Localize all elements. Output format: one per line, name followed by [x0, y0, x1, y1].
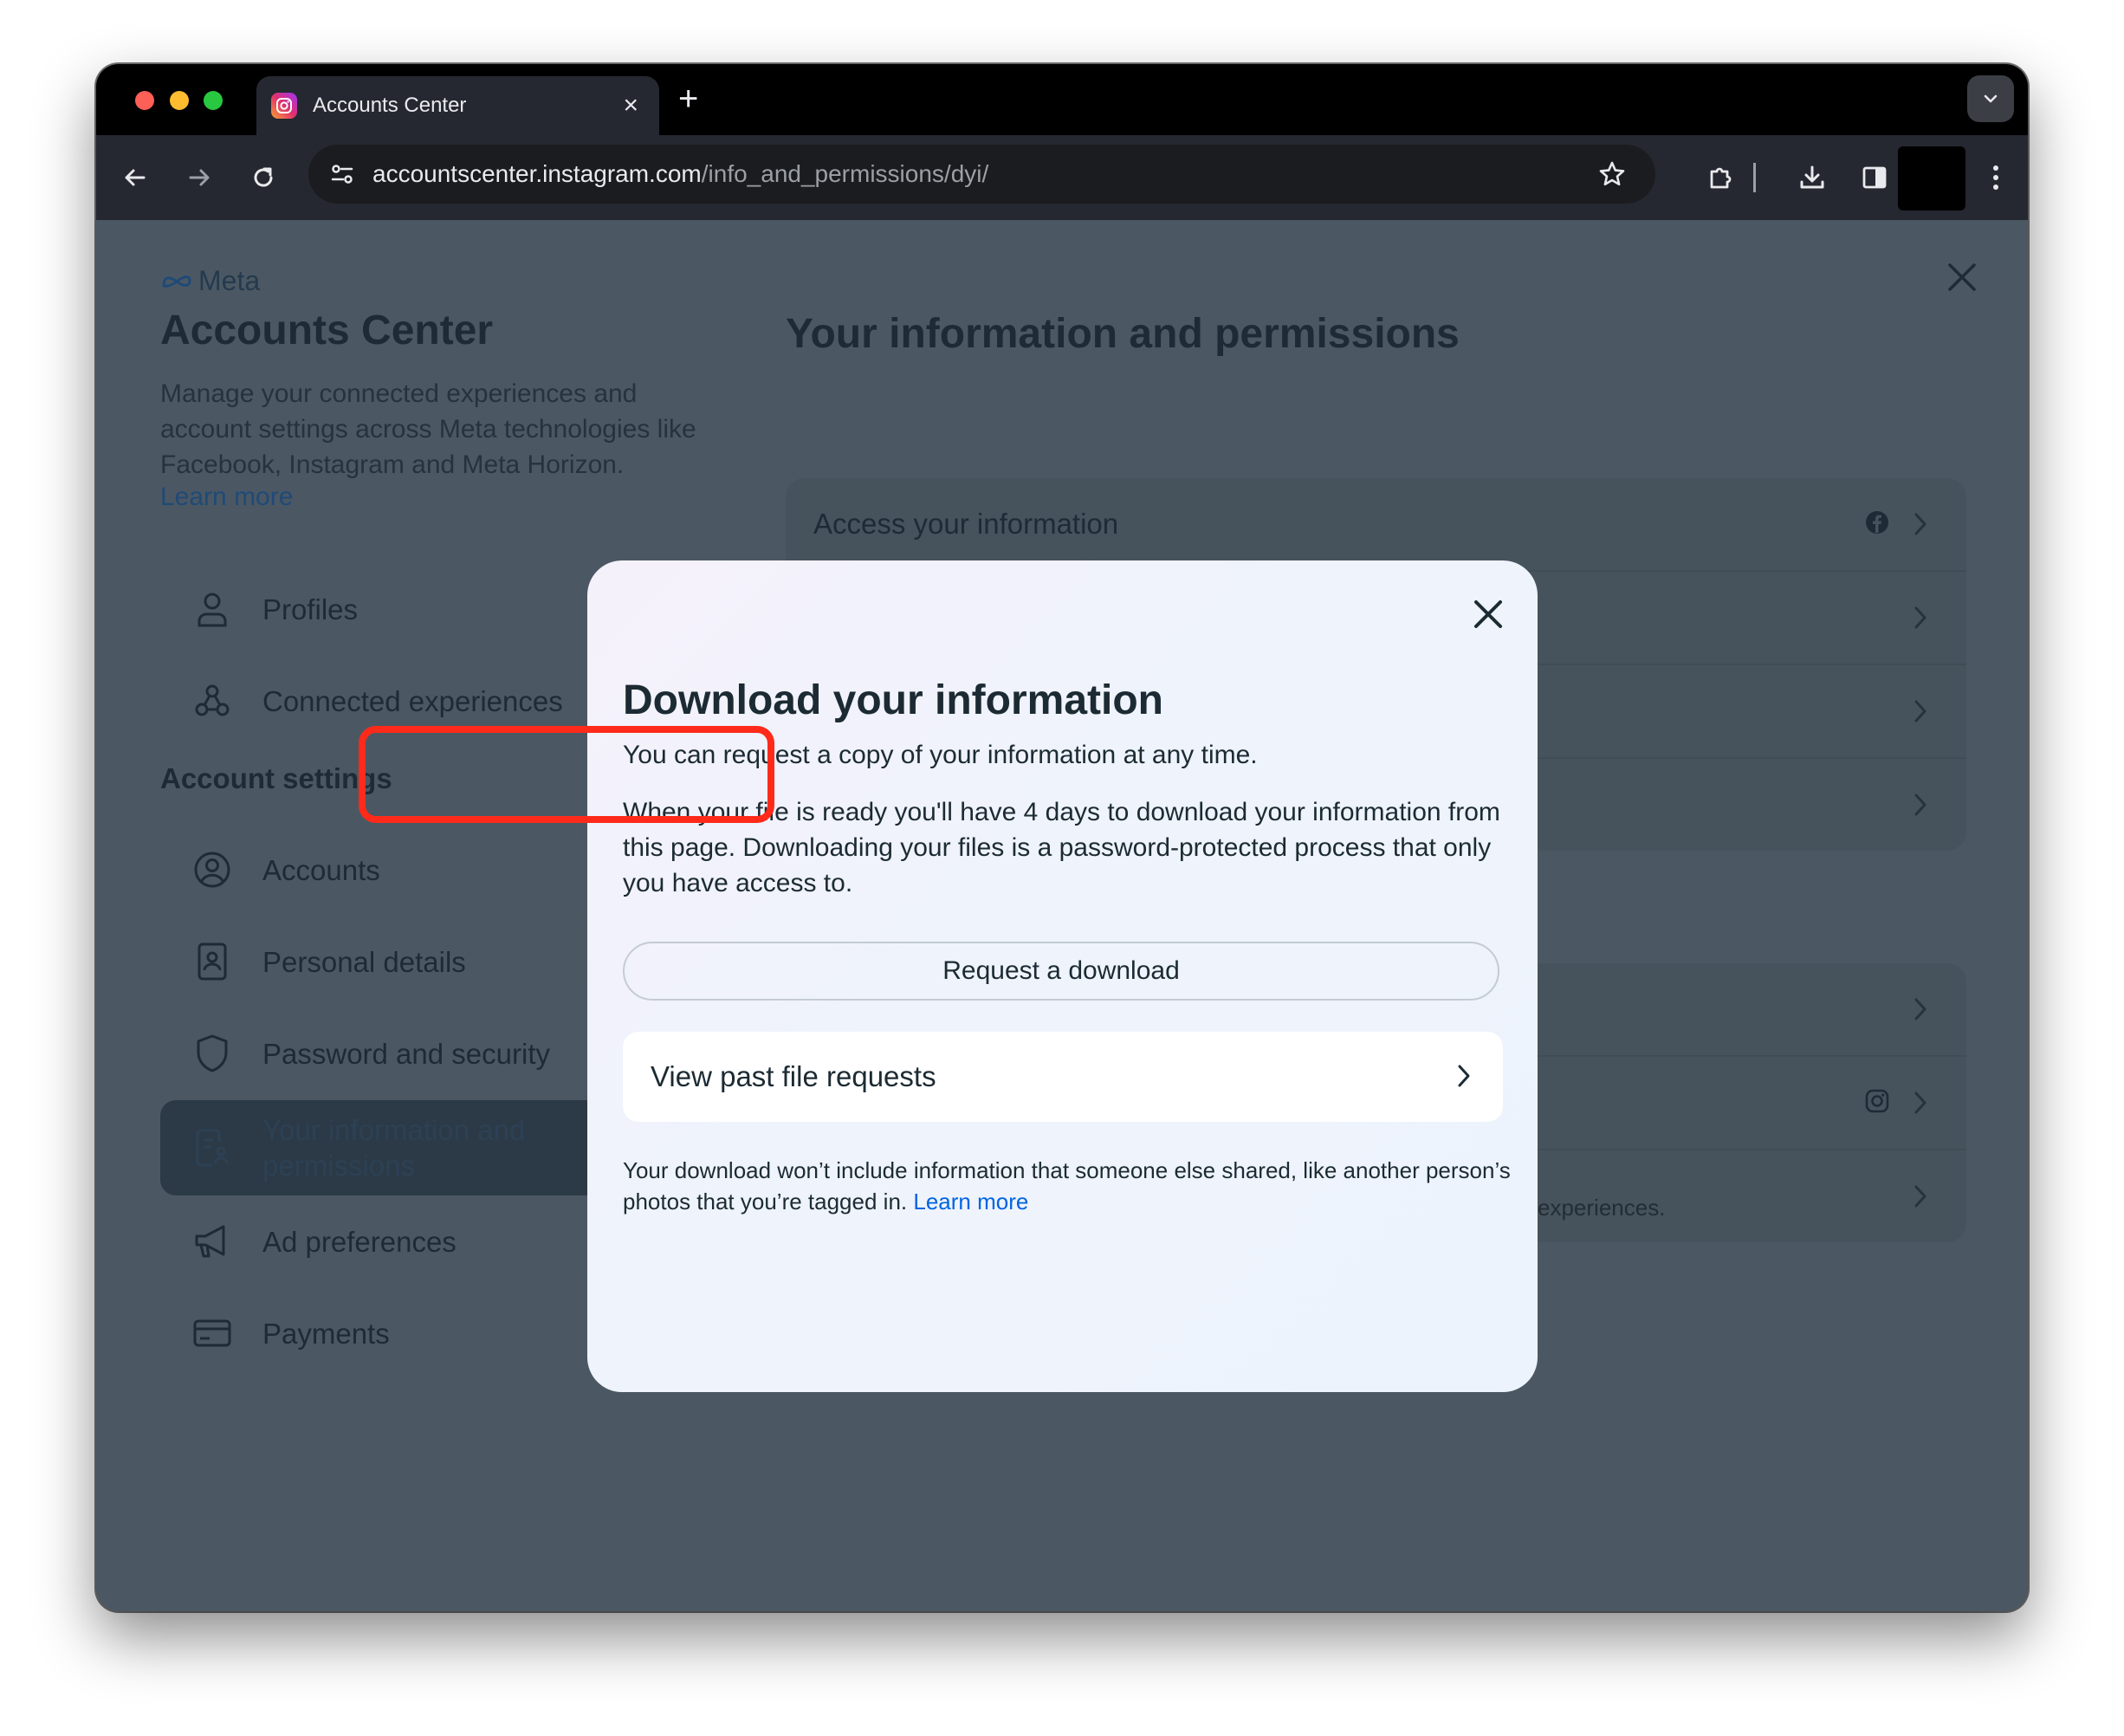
- sidebar-item-label: Connected experiences: [262, 684, 563, 717]
- reload-icon: [254, 167, 273, 187]
- tab-search-button[interactable]: [1967, 75, 2014, 122]
- tab-bar: Accounts Center × +: [96, 64, 2028, 135]
- id-card-icon: [188, 942, 236, 981]
- account-circle-icon: [188, 850, 236, 890]
- chevron-right-icon: [1914, 998, 1926, 1020]
- forward-button[interactable]: [179, 158, 219, 198]
- sidebar-item-password-security[interactable]: Password and security: [160, 1007, 645, 1099]
- chevron-right-icon: [1914, 700, 1926, 722]
- sidebar-item-label: Personal details: [262, 945, 466, 978]
- footer-learn-more-link[interactable]: Learn more: [913, 1189, 1028, 1215]
- instagram-icon: [1865, 1089, 1889, 1113]
- chevron-right-icon: [1914, 606, 1926, 629]
- chevron-right-icon: [1458, 1065, 1470, 1087]
- url-path: /info_and_permissions/dyi/: [701, 160, 989, 187]
- kebab-menu-icon: [1993, 165, 1998, 190]
- accounts-center-page: Meta Accounts Center Manage your connect…: [96, 220, 2028, 1611]
- arrow-left-icon: [125, 169, 146, 186]
- learn-more-link[interactable]: Learn more: [160, 483, 293, 512]
- info-permissions-icon: [188, 1128, 236, 1168]
- arrow-right-icon: [189, 169, 210, 186]
- credit-card-icon: [188, 1316, 236, 1351]
- url-text[interactable]: accountscenter.instagram.com/info_and_pe…: [372, 160, 1593, 188]
- download-icon: [1800, 165, 1824, 189]
- sidebar-item-payments[interactable]: Payments: [160, 1287, 645, 1379]
- footnote-text: experiences.: [1538, 1195, 1666, 1221]
- back-button[interactable]: [115, 158, 155, 198]
- list-item[interactable]: Access your information: [786, 478, 1966, 572]
- facebook-icon: [1866, 511, 1888, 534]
- page-close-icon[interactable]: [1945, 260, 1979, 295]
- download-info-dialog: Download your information You can reques…: [587, 560, 1538, 1392]
- chevron-down-icon: [1984, 94, 1998, 103]
- connected-icon: [188, 682, 236, 720]
- page-title: Your information and permissions: [786, 311, 1460, 357]
- sidebar-item-label: Ad preferences: [262, 1225, 457, 1258]
- view-past-requests-label: View past file requests: [651, 1060, 936, 1092]
- dialog-title: Download your information: [623, 677, 1163, 723]
- site-settings-icon[interactable]: [322, 154, 362, 194]
- accounts-center-description: Manage your connected experiences and ac…: [160, 379, 696, 479]
- sidebar-item-your-information[interactable]: Your information and permissions: [160, 1100, 645, 1195]
- instagram-favicon-icon: [271, 93, 297, 119]
- profile-avatar[interactable]: [1898, 146, 1965, 211]
- sidebar-item-label: Accounts: [262, 853, 380, 886]
- sidebar-item-label: Your information and permissions: [262, 1114, 526, 1182]
- sidebar-item-label: Profiles: [262, 593, 359, 625]
- highlight-annotation: [359, 726, 774, 823]
- sidebar-item-accounts[interactable]: Accounts: [160, 824, 645, 916]
- sidebar-item-personal-details[interactable]: Personal details: [160, 916, 645, 1007]
- maximize-window-button[interactable]: [204, 91, 223, 110]
- sidebar-item-profiles[interactable]: Profiles: [160, 563, 645, 655]
- browser-toolbar: accountscenter.instagram.com/info_and_pe…: [96, 135, 2028, 220]
- view-past-requests-row[interactable]: View past file requests: [623, 1032, 1503, 1122]
- chevron-right-icon: [1914, 513, 1926, 535]
- tab-close-icon[interactable]: ×: [623, 93, 638, 119]
- browser-window: Accounts Center × + accountscenter.insta…: [96, 64, 2028, 1611]
- extensions-button[interactable]: [1701, 158, 1741, 198]
- account-settings-header: Account settings: [160, 762, 392, 794]
- megaphone-icon: [188, 1221, 236, 1261]
- browser-menu-button[interactable]: [1976, 158, 2016, 198]
- chevron-right-icon: [1914, 794, 1926, 816]
- minimize-window-button[interactable]: [170, 91, 189, 110]
- side-panel-icon: [1862, 166, 1887, 189]
- downloads-button[interactable]: [1792, 158, 1832, 198]
- address-bar[interactable]: accountscenter.instagram.com/info_and_pe…: [308, 145, 1655, 204]
- meta-logo: Meta: [160, 265, 260, 297]
- meta-brand-text: Meta: [198, 265, 261, 296]
- puzzle-icon: [1710, 167, 1732, 189]
- access-your-information-label: Access your information: [813, 508, 1119, 540]
- tab-accounts-center[interactable]: Accounts Center ×: [256, 76, 659, 135]
- dialog-close-icon[interactable]: [1471, 597, 1506, 632]
- shield-icon: [188, 1033, 236, 1073]
- close-window-button[interactable]: [135, 91, 154, 110]
- side-panel-button[interactable]: [1855, 158, 1894, 198]
- new-tab-button[interactable]: +: [678, 81, 698, 116]
- chevron-right-icon: [1914, 1091, 1926, 1114]
- person-icon: [188, 590, 236, 628]
- accounts-center-title: Accounts Center: [160, 308, 494, 353]
- url-host: accountscenter.instagram.com: [372, 160, 702, 187]
- bookmark-star-icon[interactable]: [1593, 155, 1631, 193]
- sidebar-item-label: Payments: [262, 1317, 390, 1350]
- sidebar-item-ad-preferences[interactable]: Ad preferences: [160, 1195, 645, 1287]
- tab-title: Accounts Center: [313, 94, 467, 117]
- sidebar-item-label: Password and security: [262, 1037, 550, 1070]
- meta-infinity-icon: [162, 275, 191, 288]
- dialog-footer-text: Your download won’t include information …: [623, 1155, 1515, 1217]
- reload-button[interactable]: [243, 158, 283, 198]
- chevron-right-icon: [1914, 1185, 1926, 1208]
- footer-note: Your download won’t include information …: [623, 1157, 1511, 1215]
- toolbar-separator: [1753, 163, 1756, 192]
- request-download-button[interactable]: Request a download: [623, 942, 1499, 1001]
